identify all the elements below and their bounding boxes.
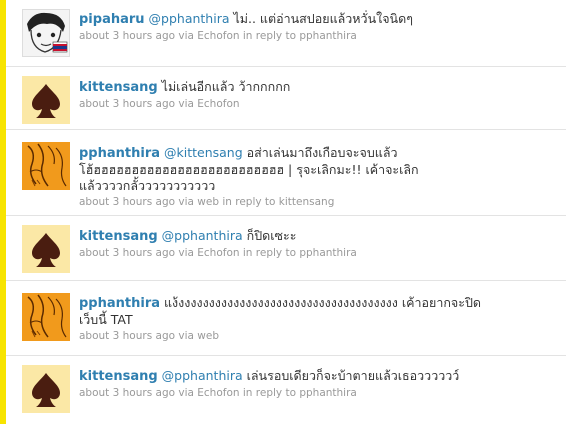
tweet-meta: about 3 hours ago via web in reply to ki… bbox=[79, 196, 335, 208]
tweet-text: เล่นรอบเดียวก็จะบ้าตายแล้วเธอวววววว์ bbox=[242, 368, 460, 383]
tweet-item: pphanthira @kittensang อส่าเล่นมาถึงเกือ… bbox=[6, 130, 566, 216]
tweet-content: kittensang @pphanthira ก็ปิดเซะะ about 3… bbox=[79, 228, 556, 260]
tweet-username[interactable]: pphanthira bbox=[79, 146, 160, 161]
tweet-mention[interactable]: @pphanthira bbox=[162, 228, 243, 243]
tweet-meta: about 3 hours ago via Echofon in reply t… bbox=[79, 247, 357, 259]
tweet-username[interactable]: kittensang bbox=[79, 80, 158, 95]
tweet-content: pphanthira แง้งงงงงงงงงงงงงงงงงงงงงงงงงง… bbox=[79, 295, 499, 343]
tweet-item: kittensang @pphanthira ก็ปิดเซะะ about 3… bbox=[6, 216, 566, 281]
tweet-mention[interactable]: @pphanthira bbox=[162, 368, 243, 383]
tweet-username[interactable]: pphanthira bbox=[79, 296, 160, 311]
manga-drawing-icon bbox=[23, 10, 69, 56]
tweet-item: kittensang ไม่เล่นอีกแล้ว ว้ากกกกก about… bbox=[6, 67, 566, 130]
tweet-timeline: pipaharu @pphanthira ไม่.. แต่อ่านสปอยแล… bbox=[6, 0, 566, 424]
tweet-meta: about 3 hours ago via Echofon in reply t… bbox=[79, 387, 357, 399]
tweet-content: pipaharu @pphanthira ไม่.. แต่อ่านสปอยแล… bbox=[79, 11, 556, 43]
sketch-icon bbox=[22, 293, 70, 341]
tweet-content: kittensang @pphanthira เล่นรอบเดียวก็จะบ… bbox=[79, 368, 556, 400]
user-avatar[interactable] bbox=[22, 9, 70, 57]
spade-icon bbox=[22, 365, 70, 413]
tweet-text: ไม่เล่นอีกแล้ว ว้ากกกกก bbox=[157, 79, 291, 94]
tweet-text: ก็ปิดเซะะ bbox=[242, 228, 297, 243]
tweet-item: pipaharu @pphanthira ไม่.. แต่อ่านสปอยแล… bbox=[6, 0, 566, 67]
tweet-meta: about 3 hours ago via Echofon in reply t… bbox=[79, 30, 357, 42]
tweet-username[interactable]: kittensang bbox=[79, 369, 158, 384]
tweet-meta: about 3 hours ago via Echofon bbox=[79, 98, 240, 110]
sketch-icon bbox=[22, 142, 70, 190]
user-avatar[interactable] bbox=[22, 365, 70, 413]
tweet-text: ไม่.. แต่อ่านสปอยแล้วหวั่นใจนิดๆ bbox=[229, 11, 413, 26]
user-avatar[interactable] bbox=[22, 293, 70, 341]
tweet-username[interactable]: kittensang bbox=[79, 229, 158, 244]
spade-icon bbox=[22, 225, 70, 273]
tweet-mention[interactable]: @kittensang bbox=[164, 145, 243, 160]
spade-icon bbox=[22, 76, 70, 124]
tweet-meta: about 3 hours ago via web bbox=[79, 330, 219, 342]
tweet-item: pphanthira แง้งงงงงงงงงงงงงงงงงงงงงงงงงง… bbox=[6, 281, 566, 356]
tweet-content: kittensang ไม่เล่นอีกแล้ว ว้ากกกกก about… bbox=[79, 79, 556, 111]
tweet-username[interactable]: pipaharu bbox=[79, 12, 145, 27]
user-avatar[interactable] bbox=[22, 225, 70, 273]
user-avatar[interactable] bbox=[22, 142, 70, 190]
tweet-item: kittensang @pphanthira เล่นรอบเดียวก็จะบ… bbox=[6, 356, 566, 424]
tweet-content: pphanthira @kittensang อส่าเล่นมาถึงเกือ… bbox=[79, 145, 439, 209]
tweet-mention[interactable]: @pphanthira bbox=[149, 11, 230, 26]
user-avatar[interactable] bbox=[22, 76, 70, 124]
